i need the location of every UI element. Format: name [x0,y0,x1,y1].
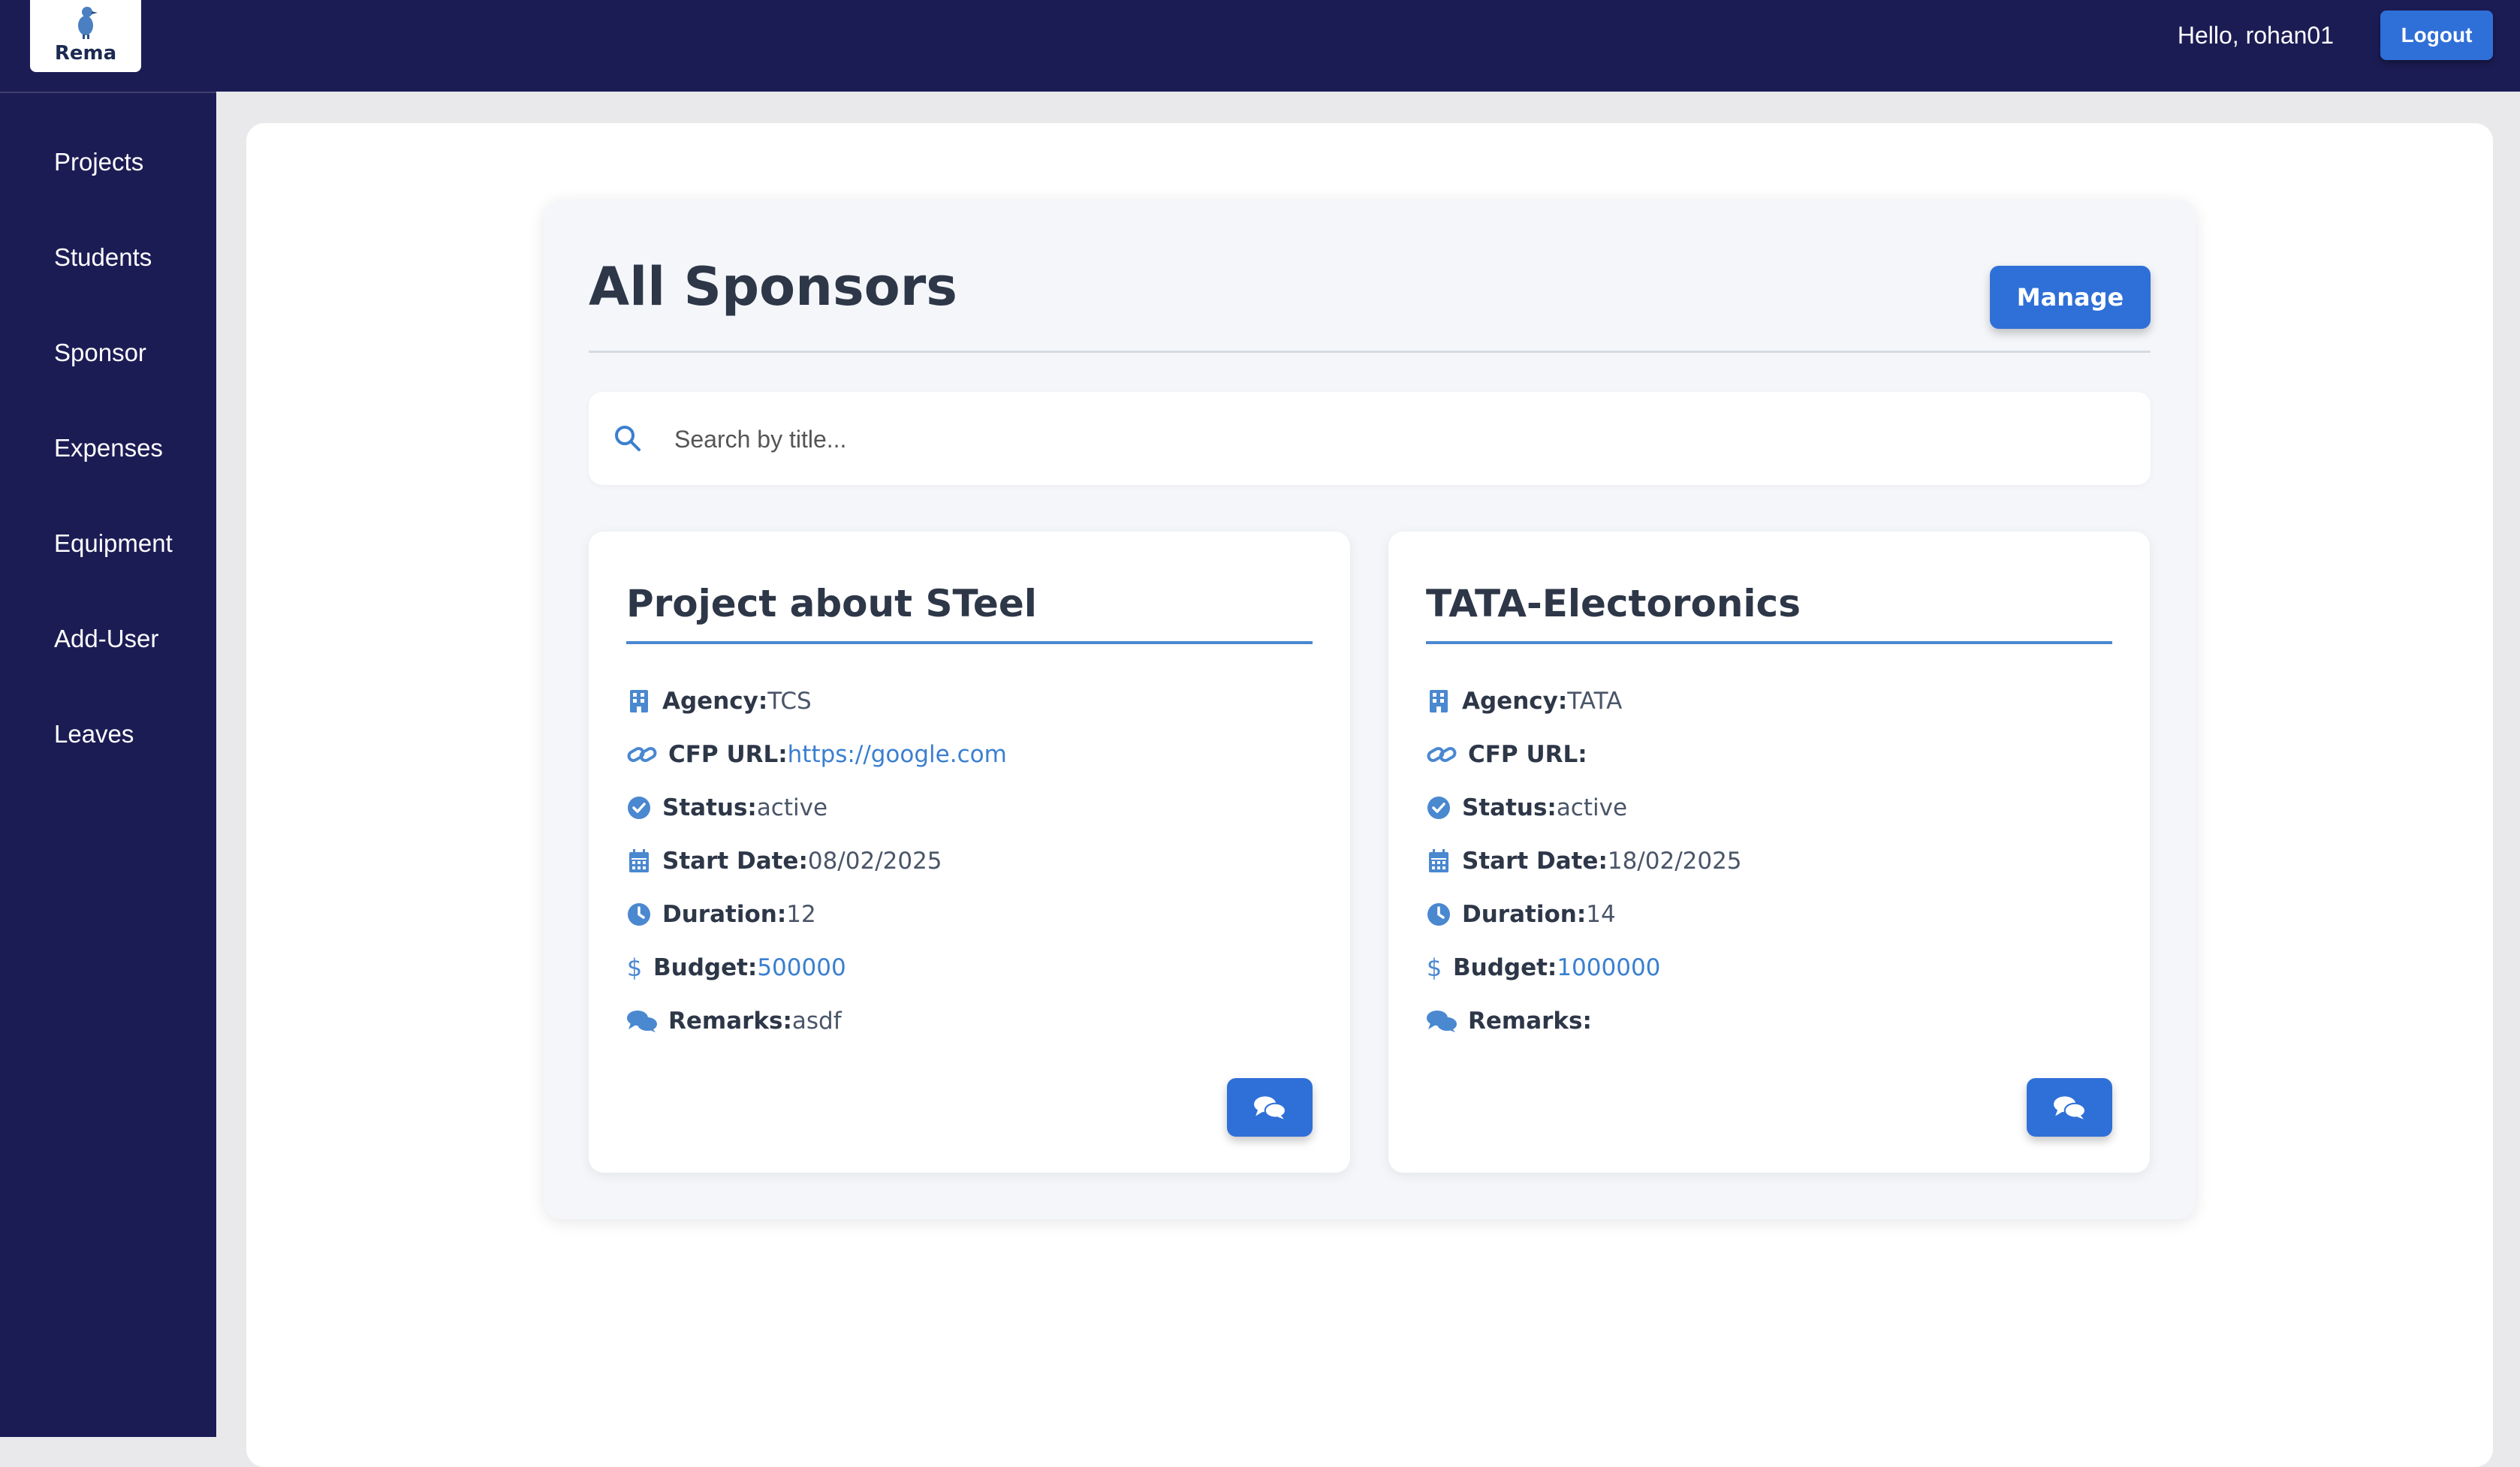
cfp-url-label: CFP URL: [668,741,788,768]
dollar-icon: $ [1426,954,1442,981]
card-title-underline [1426,641,2112,644]
duration-field: Duration: 14 [1426,896,1616,933]
sidebar-item-sponsor[interactable]: Sponsor [54,334,146,372]
comments-button[interactable] [1227,1078,1313,1137]
search-input[interactable] [673,414,2118,464]
check-circle-icon [1426,796,1451,820]
start-date-field: Start Date: 08/02/2025 [626,842,942,880]
budget-field: $ Budget: 1000000 [1426,949,1660,987]
start-date-label: Start Date: [1462,848,1608,875]
agency-field: Agency: TATA [1426,682,1622,720]
sponsor-card: Project about STeel Agency: TCS CFP URL:… [589,532,1350,1173]
budget-label: Budget: [653,954,758,981]
remarks-label: Remarks: [1468,1008,1592,1035]
sidebar-item-equipment[interactable]: Equipment [54,525,173,562]
building-icon [1426,689,1451,713]
comments-icon [2054,1096,2086,1119]
remarks-value: asdf [791,1008,842,1035]
dollar-icon: $ [626,954,643,981]
search-bar [589,392,2151,485]
start-date-value: 18/02/2025 [1607,848,1742,875]
comments-button[interactable] [2027,1078,2112,1137]
clock-icon [626,902,652,926]
card-title: Project about STeel [626,582,1037,625]
logo-text: Rema [54,42,117,65]
link-icon [626,743,658,766]
status-field: Status: active [1426,789,1627,827]
bird-logo-icon [78,7,98,39]
duration-field: Duration: 12 [626,896,816,933]
budget-value: 1000000 [1557,954,1661,981]
sidebar-item-expenses[interactable]: Expenses [54,429,163,467]
cfp-url-field: CFP URL: https://google.com [626,736,1007,773]
start-date-value: 08/02/2025 [807,848,942,875]
sidebar-item-add-user[interactable]: Add-User [54,620,158,658]
card-title: TATA-Electoronics [1426,582,1801,625]
user-greeting: Hello, rohan01 [2177,22,2334,49]
remarks-field: Remarks: asdf [626,1002,842,1040]
calendar-icon [1426,849,1451,873]
start-date-field: Start Date: 18/02/2025 [1426,842,1742,880]
app-logo[interactable]: Rema [30,0,141,72]
status-field: Status: active [626,789,827,827]
sidebar: Projects Students Sponsor Expenses Equip… [0,92,216,1437]
budget-field: $ Budget: 500000 [626,949,846,987]
agency-label: Agency: [662,688,768,715]
duration-value: 14 [1586,901,1616,928]
budget-label: Budget: [1453,954,1557,981]
remarks-field: Remarks: [1426,1002,1592,1040]
agency-value: TATA [1567,688,1623,715]
svg-text:$: $ [627,954,642,981]
manage-button[interactable]: Manage [1990,266,2151,329]
start-date-label: Start Date: [662,848,808,875]
sidebar-item-leaves[interactable]: Leaves [54,715,134,753]
comments-icon [626,1009,658,1033]
agency-value: TCS [767,688,812,715]
check-circle-icon [626,796,652,820]
title-divider [589,351,2151,353]
cfp-url-label: CFP URL: [1468,741,1587,768]
agency-field: Agency: TCS [626,682,812,720]
logout-button[interactable]: Logout [2380,11,2493,60]
search-icon [615,426,641,451]
link-icon [1426,743,1457,766]
sponsor-card: TATA-Electoronics Agency: TATA CFP URL: … [1388,532,2150,1173]
duration-value: 12 [786,901,816,928]
page-title: All Sponsors [589,256,957,318]
status-value: active [756,794,828,821]
agency-label: Agency: [1462,688,1568,715]
building-icon [626,689,652,713]
comments-icon [1426,1009,1457,1033]
comments-icon [1254,1096,1286,1119]
remarks-label: Remarks: [668,1008,792,1035]
cfp-url-link[interactable]: https://google.com [788,736,1007,773]
status-label: Status: [662,794,757,821]
sidebar-item-students[interactable]: Students [54,239,152,276]
cfp-url-field: CFP URL: [1426,736,1587,773]
status-value: active [1556,794,1628,821]
top-bar: Rema Hello, rohan01 Logout [0,0,2520,92]
calendar-icon [626,849,652,873]
duration-label: Duration: [662,901,787,928]
svg-text:$: $ [1427,954,1442,981]
duration-label: Duration: [1462,901,1587,928]
budget-value: 500000 [757,954,846,981]
sidebar-item-projects[interactable]: Projects [54,143,143,181]
status-label: Status: [1462,794,1557,821]
clock-icon [1426,902,1451,926]
card-title-underline [626,641,1313,644]
